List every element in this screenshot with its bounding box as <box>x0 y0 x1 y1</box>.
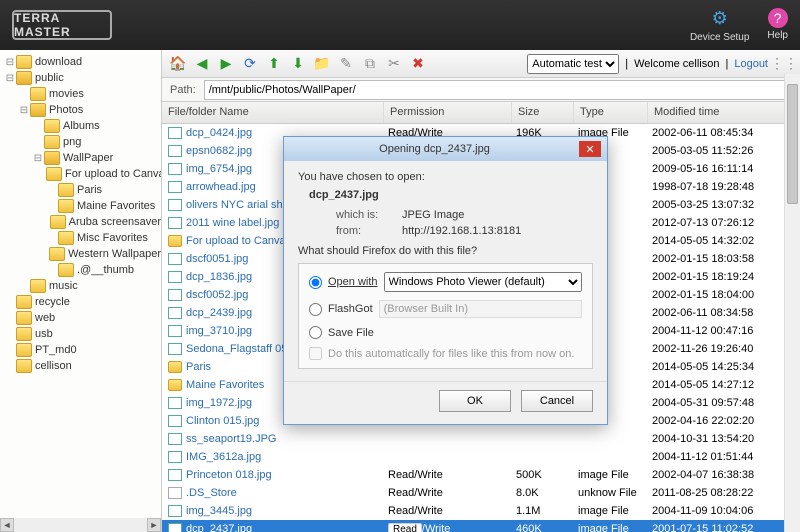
open-with-select[interactable]: Windows Photo Viewer (default) <box>384 272 582 292</box>
tree-node-recycle[interactable]: recycle <box>0 294 161 310</box>
table-row[interactable]: dcp_2437.jpgRead/Write460Kimage File2001… <box>162 520 800 532</box>
open-file-dialog: Opening dcp_2437.jpg ✕ You have chosen t… <box>283 136 608 425</box>
ok-button[interactable]: OK <box>439 390 511 412</box>
tree-node-cellison[interactable]: cellison <box>0 358 161 374</box>
welcome-text: Welcome cellison <box>634 58 719 70</box>
scroll-left-icon[interactable]: ◄ <box>0 518 14 532</box>
tree-node-for_upload[interactable]: For upload to Canvas <box>0 166 161 182</box>
table-row[interactable]: img_3445.jpgRead/Write1.1Mimage File2004… <box>162 502 800 520</box>
dialog-filename: dcp_2437.jpg <box>304 189 593 201</box>
app-header: TERRA MASTER ⚙ Device Setup ? Help <box>0 0 800 50</box>
table-row[interactable]: .DS_StoreRead/Write8.0Kunknow File2011-0… <box>162 484 800 502</box>
tree-node-paris[interactable]: Paris <box>0 182 161 198</box>
help-icon: ? <box>768 8 788 28</box>
dialog-question: What should Firefox do with this file? <box>298 245 593 257</box>
table-row[interactable]: Princeton 018.jpgRead/Write500Kimage Fil… <box>162 466 800 484</box>
tree-node-albums[interactable]: Albums <box>0 118 161 134</box>
tree-node-movies[interactable]: movies <box>0 86 161 102</box>
edit-icon[interactable]: ✎ <box>336 54 356 74</box>
tree-node-pt_md0[interactable]: PT_md0 <box>0 342 161 358</box>
tree-node-photos[interactable]: ⊟Photos <box>0 102 161 118</box>
save-file-radio[interactable] <box>309 326 322 339</box>
path-label: Path: <box>162 84 204 96</box>
flashgot-option[interactable]: FlashGot (Browser Built In) <box>309 300 582 318</box>
help-button[interactable]: ? Help <box>767 8 788 43</box>
open-with-option[interactable]: Open with Windows Photo Viewer (default) <box>309 272 582 292</box>
dialog-titlebar[interactable]: Opening dcp_2437.jpg ✕ <box>284 137 607 161</box>
new-folder-icon[interactable]: 📁 <box>312 54 332 74</box>
tree-node-download[interactable]: ⊟download <box>0 54 161 70</box>
tree-node-music[interactable]: music <box>0 278 161 294</box>
logout-link[interactable]: Logout <box>734 58 768 70</box>
refresh-icon[interactable]: ⟳ <box>240 54 260 74</box>
tree-node-aruba[interactable]: Aruba screensaver <box>0 214 161 230</box>
tree-node-thumb[interactable]: .@__thumb <box>0 262 161 278</box>
tree-node-png[interactable]: png <box>0 134 161 150</box>
table-header: File/folder Name Permission Size Type Mo… <box>162 102 800 124</box>
upload-icon[interactable]: ⬆ <box>264 54 284 74</box>
col-perm[interactable]: Permission <box>384 102 512 123</box>
tree-node-western[interactable]: Western Wallpaper <box>0 246 161 262</box>
tree-node-wallpaper[interactable]: ⊟WallPaper <box>0 150 161 166</box>
menu-icon[interactable]: ⋮⋮ <box>774 54 794 74</box>
sidebar-hscroll[interactable]: ◄ ► <box>0 518 161 532</box>
path-bar: Path: <box>162 78 800 102</box>
auto-checkbox-row[interactable]: Do this automatically for files like thi… <box>309 347 582 360</box>
close-icon[interactable]: ✕ <box>579 141 601 157</box>
table-row[interactable]: ss_seaport19.JPG2004-10-31 13:54:20 <box>162 430 800 448</box>
cancel-button[interactable]: Cancel <box>521 390 593 412</box>
cut-icon[interactable]: ✂ <box>384 54 404 74</box>
back-icon[interactable]: ◀ <box>192 54 212 74</box>
brand-logo: TERRA MASTER <box>12 10 112 40</box>
mode-select[interactable]: Automatic test <box>527 54 619 74</box>
delete-icon[interactable]: ✖ <box>408 54 428 74</box>
tree-node-public[interactable]: ⊟public <box>0 70 161 86</box>
dialog-open-label: You have chosen to open: <box>298 171 593 183</box>
col-mtime[interactable]: Modified time <box>648 102 800 123</box>
flashgot-radio[interactable] <box>309 303 322 316</box>
vscrollbar[interactable] <box>784 74 800 532</box>
tree-node-misc[interactable]: Misc Favorites <box>0 230 161 246</box>
forward-icon[interactable]: ▶ <box>216 54 236 74</box>
device-setup-button[interactable]: ⚙ Device Setup <box>690 8 749 43</box>
open-with-radio[interactable] <box>309 276 322 289</box>
table-row[interactable]: IMG_3612a.jpg2004-11-12 01:51:44 <box>162 448 800 466</box>
toolbar: 🏠 ◀ ▶ ⟳ ⬆ ⬇ 📁 ✎ ⧉ ✂ ✖ Automatic test | W… <box>162 50 800 78</box>
gear-icon: ⚙ <box>709 8 731 30</box>
path-input[interactable] <box>204 80 794 100</box>
col-size[interactable]: Size <box>512 102 574 123</box>
home-icon[interactable]: 🏠 <box>168 54 188 74</box>
tree-node-usb[interactable]: usb <box>0 326 161 342</box>
copy-icon[interactable]: ⧉ <box>360 54 380 74</box>
folder-tree: ⊟download⊟publicmovies⊟PhotosAlbumspng⊟W… <box>0 50 162 532</box>
tree-node-web[interactable]: web <box>0 310 161 326</box>
scroll-right-icon[interactable]: ► <box>147 518 161 532</box>
auto-checkbox <box>309 347 322 360</box>
download-icon[interactable]: ⬇ <box>288 54 308 74</box>
tree-node-maine[interactable]: Maine Favorites <box>0 198 161 214</box>
col-type[interactable]: Type <box>574 102 648 123</box>
col-name[interactable]: File/folder Name <box>162 102 384 123</box>
save-file-option[interactable]: Save File <box>309 326 582 339</box>
